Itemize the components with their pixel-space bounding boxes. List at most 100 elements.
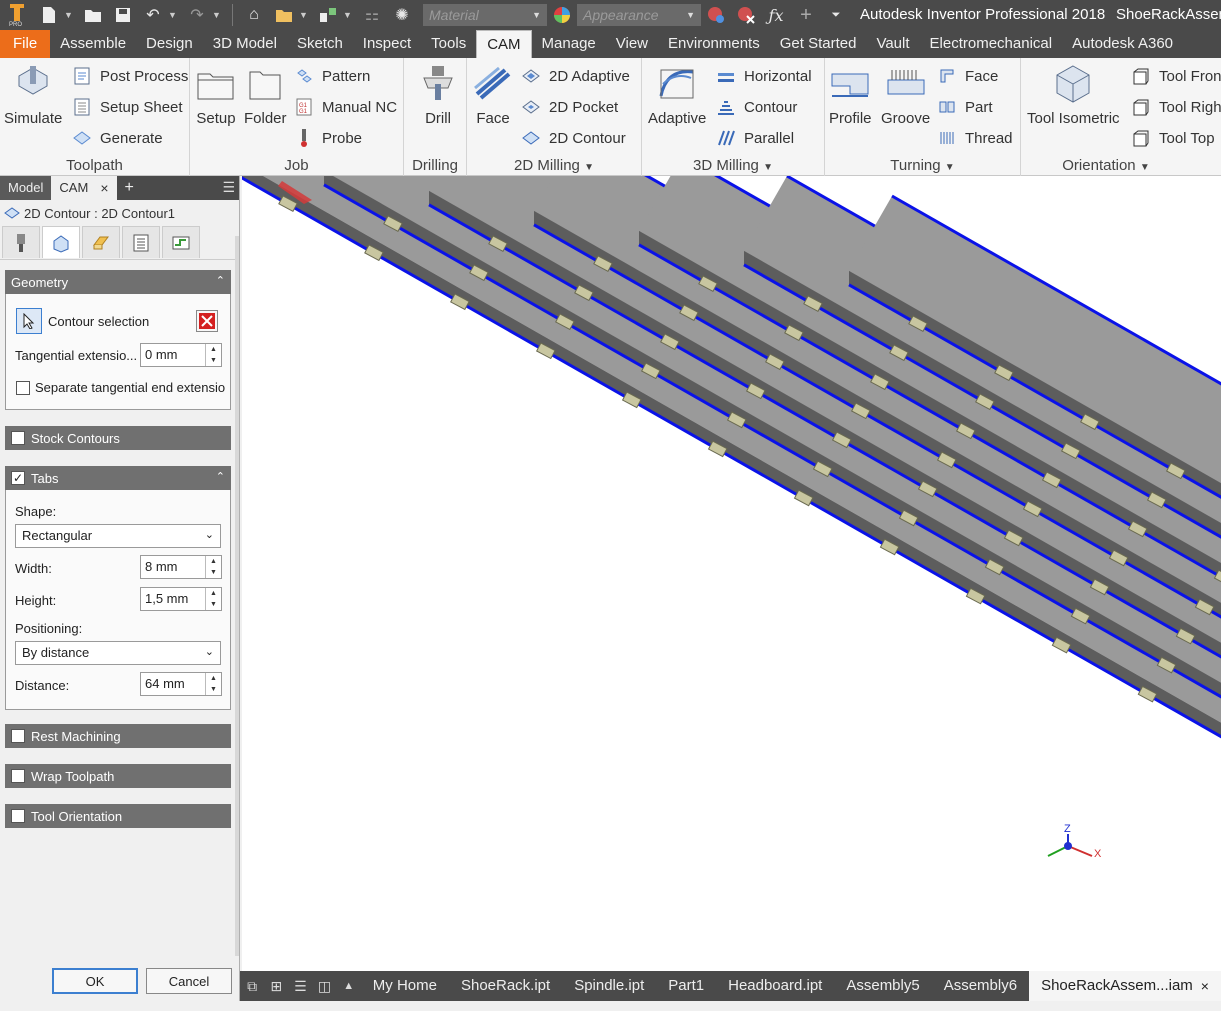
spin-down-icon[interactable]: ▼ xyxy=(206,355,221,366)
linking-tab-icon[interactable] xyxy=(162,226,200,258)
geometry-section-header[interactable]: Geometry ⌃ xyxy=(5,270,231,294)
select-dropdown-icon[interactable]: ▼ xyxy=(343,10,353,20)
tabs-checkbox-checked[interactable]: ✓ xyxy=(11,471,25,485)
inventor-logo-icon[interactable]: PRO xyxy=(4,4,30,27)
generate-button[interactable]: Generate xyxy=(72,126,163,150)
spin-buttons[interactable]: ▲ ▼ xyxy=(205,588,221,610)
2d-milling-group-label[interactable]: 2D Milling ▼ xyxy=(467,157,641,174)
geometry-tab-icon[interactable] xyxy=(42,226,80,258)
tab-view[interactable]: View xyxy=(606,30,658,58)
tile-windows-icon[interactable]: ⊞ xyxy=(269,976,283,996)
customize-dropdown-icon[interactable]: ⏷ xyxy=(825,4,847,26)
contour-selection-button[interactable] xyxy=(16,308,42,334)
tab-environments[interactable]: Environments xyxy=(658,30,770,58)
doc-tab-headboard-ipt[interactable]: Headboard.ipt xyxy=(716,971,834,1001)
update-icon[interactable]: ⚏ xyxy=(361,4,383,26)
tab-model[interactable]: Model xyxy=(0,176,52,200)
contour-3d-button[interactable]: Contour xyxy=(716,95,797,119)
tab-inspect[interactable]: Inspect xyxy=(353,30,421,58)
collapse-icon[interactable]: ⌃ xyxy=(216,274,225,287)
spin-down-icon[interactable]: ▼ xyxy=(206,684,221,695)
collapse-icon[interactable]: ⌃ xyxy=(216,470,225,483)
rest-machining-section-header[interactable]: Rest Machining xyxy=(5,724,231,748)
appearance-combo[interactable]: Appearance ▼ xyxy=(577,4,701,26)
clear-selection-button[interactable] xyxy=(196,310,218,332)
doc-tab-assembly6[interactable]: Assembly6 xyxy=(932,971,1029,1001)
distance-input[interactable]: 64 mm ▲ ▼ xyxy=(140,672,222,696)
stock-contours-section-header[interactable]: Stock Contours xyxy=(5,426,231,450)
wrap-toolpath-section-header[interactable]: Wrap Toolpath xyxy=(5,764,231,788)
doc-tab-part1[interactable]: Part1 xyxy=(656,971,716,1001)
passes-tab-icon[interactable] xyxy=(122,226,160,258)
spin-up-icon[interactable]: ▲ xyxy=(206,344,221,355)
tab-autodesk-a360[interactable]: Autodesk A360 xyxy=(1062,30,1183,58)
shape-dropdown[interactable]: Rectangular ⌄ xyxy=(15,524,221,548)
shoe-rack-model[interactable]: Z X xyxy=(242,176,1221,971)
setup-sheet-button[interactable]: Setup Sheet xyxy=(72,95,183,119)
spin-up-icon[interactable]: ▲ xyxy=(206,588,221,599)
settings-icon[interactable]: ✺ xyxy=(391,4,413,26)
close-icon[interactable]: × xyxy=(100,176,108,200)
hamburger-menu-icon[interactable]: ☰ xyxy=(222,179,235,196)
tool-orientation-checkbox[interactable] xyxy=(11,809,25,823)
redo-icon[interactable]: ↷ xyxy=(186,4,208,26)
tab-manage[interactable]: Manage xyxy=(532,30,606,58)
spin-buttons[interactable]: ▲ ▼ xyxy=(205,673,221,695)
stock-contours-checkbox[interactable] xyxy=(11,431,25,445)
face-turning-button[interactable]: Face xyxy=(937,64,998,88)
spin-down-icon[interactable]: ▼ xyxy=(206,567,221,578)
folder-button[interactable]: Folder xyxy=(244,64,287,127)
2d-adaptive-button[interactable]: 2D Adaptive xyxy=(521,64,630,88)
adaptive-3d-button[interactable]: Adaptive xyxy=(648,64,706,127)
tab-vault[interactable]: Vault xyxy=(866,30,919,58)
wrap-toolpath-checkbox[interactable] xyxy=(11,769,25,783)
spin-up-icon[interactable]: ▲ xyxy=(206,673,221,684)
profile-button[interactable]: Profile xyxy=(829,64,872,127)
pattern-button[interactable]: Pattern xyxy=(294,64,370,88)
tab-cam[interactable]: CAM xyxy=(476,30,532,58)
checkbox-unchecked[interactable] xyxy=(16,380,30,395)
tool-orientation-section-header[interactable]: Tool Orientation xyxy=(5,804,231,828)
spin-down-icon[interactable]: ▼ xyxy=(206,599,221,610)
part-button[interactable]: Part xyxy=(937,95,993,119)
tab-electromechanical[interactable]: Electromechanical xyxy=(920,30,1063,58)
turning-group-label[interactable]: Turning ▼ xyxy=(825,157,1020,174)
orientation-group-label[interactable]: Orientation ▼ xyxy=(1021,157,1191,174)
tab-3d-model[interactable]: 3D Model xyxy=(203,30,287,58)
redo-dropdown-icon[interactable]: ▼ xyxy=(212,10,222,20)
project-icon[interactable] xyxy=(273,4,295,26)
doc-tab-my-home[interactable]: My Home xyxy=(361,971,449,1001)
simulate-button[interactable]: Simulate xyxy=(4,64,62,127)
color-wheel-icon[interactable] xyxy=(551,4,573,26)
thread-button[interactable]: Thread xyxy=(937,126,1013,150)
tab-tools[interactable]: Tools xyxy=(421,30,476,58)
tool-isometric-button[interactable]: Tool Isometric xyxy=(1027,64,1120,127)
parameters-fx-icon[interactable]: ƒx xyxy=(765,4,787,26)
undo-dropdown-icon[interactable]: ▼ xyxy=(168,10,178,20)
doc-tab-shoerack-ipt[interactable]: ShoeRack.ipt xyxy=(449,971,562,1001)
2d-pocket-button[interactable]: 2D Pocket xyxy=(521,95,618,119)
cascade-windows-icon[interactable]: ⧉ xyxy=(245,976,259,996)
groove-button[interactable]: Groove xyxy=(881,64,930,127)
tab-cam-browser[interactable]: CAM × xyxy=(51,176,117,200)
add-icon[interactable]: + xyxy=(795,4,817,26)
ok-button[interactable]: OK xyxy=(52,968,138,994)
material-combo[interactable]: Material ▼ xyxy=(423,4,547,26)
rest-machining-checkbox[interactable] xyxy=(11,729,25,743)
doc-tab-shoerackassem-iam[interactable]: ShoeRackAssem...iam × xyxy=(1029,971,1221,1001)
drill-button[interactable]: Drill xyxy=(418,64,458,127)
tool-front-button[interactable]: Tool Front xyxy=(1131,64,1221,88)
3d-milling-group-label[interactable]: 3D Milling ▼ xyxy=(642,157,824,174)
undo-icon[interactable]: ↶ xyxy=(142,4,164,26)
home-icon[interactable]: ⌂ xyxy=(243,4,265,26)
open-folder-icon[interactable] xyxy=(82,4,104,26)
arrange-vertical-icon[interactable]: ◫ xyxy=(317,976,331,996)
2d-contour-button[interactable]: 2D Contour xyxy=(521,126,626,150)
manual-nc-button[interactable]: G1 G1 Manual NC xyxy=(294,95,397,119)
post-process-button[interactable]: Post Process xyxy=(72,64,188,88)
select-filter-icon[interactable] xyxy=(317,4,339,26)
close-icon[interactable]: × xyxy=(1201,971,1209,1001)
tab-design[interactable]: Design xyxy=(136,30,203,58)
tool-top-button[interactable]: Tool Top xyxy=(1131,126,1215,150)
tab-file[interactable]: File xyxy=(0,30,51,58)
